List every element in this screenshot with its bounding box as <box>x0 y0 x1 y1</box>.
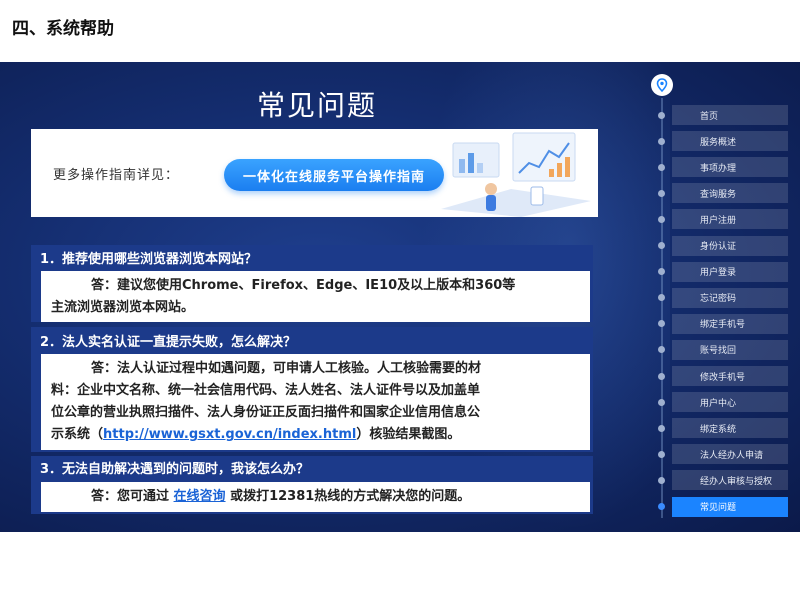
nav-item-12[interactable]: 用户中心 <box>672 392 788 413</box>
nav-dot-icon <box>658 398 665 406</box>
faq-answer-1-line-2: 主流浏览器浏览本网站。 <box>51 300 195 315</box>
faq-answer-2-line-3: 位公章的营业执照扫描件、法人身份证正反面扫描件和国家企业信用信息公 <box>51 405 481 420</box>
faq-answer-1-line-1: 答：建议您使用Chrome、Firefox、Edge、IE10及以上版本和360… <box>91 278 516 293</box>
nav-dot-icon <box>658 163 665 171</box>
nav-item-8[interactable]: 忘记密码 <box>672 287 788 308</box>
nav-dot-icon <box>658 450 665 458</box>
dashboard-illustration-icon <box>441 132 591 217</box>
faq-answer-2-line-4: 示系统（http://www.gsxt.gov.cn/index.html）核验… <box>51 427 461 442</box>
nav-dot-icon <box>658 372 665 380</box>
nav-item-1[interactable]: 首页 <box>672 105 788 125</box>
faq-answer-1: 答：建议您使用Chrome、Firefox、Edge、IE10及以上版本和360… <box>41 271 590 322</box>
faq-question-2: 2．法人实名认证一直提示失败，怎么解决？ <box>40 335 297 350</box>
nav-item-5[interactable]: 用户注册 <box>672 209 788 230</box>
faq-answer-3: 答：您可通过 在线咨询 或拨打12381热线的方式解决您的问题。 <box>41 482 590 512</box>
nav-item-13[interactable]: 绑定系统 <box>672 418 788 439</box>
guide-label: 更多操作指南详见： <box>53 168 180 183</box>
faq-question-1: 1．推荐使用哪些浏览器浏览本网站？ <box>40 252 258 267</box>
nav-item-7[interactable]: 用户登录 <box>672 261 788 282</box>
faq-title: 常见问题 <box>257 89 378 122</box>
guide-card: 更多操作指南详见： 一体化在线服务平台操作指南 <box>31 129 598 217</box>
nav-item-16[interactable]: 常见问题 <box>672 496 788 517</box>
nav-item-10[interactable]: 账号找回 <box>672 339 788 360</box>
nav-dot-icon <box>658 503 665 510</box>
nav-dot-icon <box>658 111 665 119</box>
nav-item-2[interactable]: 服务概述 <box>672 131 788 152</box>
faq-question-3: 3．无法自助解决遇到的问题时，我该怎么办？ <box>40 462 310 477</box>
nav-item-14[interactable]: 法人经办人申请 <box>672 444 788 465</box>
nav-item-11[interactable]: 修改手机号 <box>672 366 788 386</box>
nav-dot-icon <box>658 189 665 197</box>
nav-dot-icon <box>658 215 665 223</box>
nav-dot-icon <box>658 476 665 484</box>
nav-item-15[interactable]: 经办人审核与授权 <box>672 470 788 491</box>
nav-item-4[interactable]: 查询服务 <box>672 183 788 204</box>
doc-heading: 四、系统帮助 <box>12 19 114 39</box>
faq-answer-2: 答：法人认证过程中如遇问题，可申请人工核验。人工核验需要的材 料：企业中文名称、… <box>41 354 590 450</box>
nav-item-3[interactable]: 事项办理 <box>672 157 788 178</box>
gsxt-link[interactable]: http://www.gsxt.gov.cn/index.html <box>103 427 356 442</box>
nav-dot-icon <box>658 242 665 249</box>
operation-guide-button[interactable]: 一体化在线服务平台操作指南 <box>224 159 444 191</box>
nav-item-6[interactable]: 身份认证 <box>672 235 788 256</box>
online-consult-link[interactable]: 在线咨询 <box>174 489 226 504</box>
location-pin-icon <box>651 74 673 96</box>
help-panel: 常见问题 更多操作指南详见： 一体化在线服务平台操作指南 1．推荐使用哪些浏览器… <box>0 62 800 532</box>
faq-answer-2-line-1: 答：法人认证过程中如遇问题，可申请人工核验。人工核验需要的材 <box>91 361 482 376</box>
nav-dot-icon <box>658 424 665 432</box>
nav-dot-icon <box>658 137 665 145</box>
faq-answer-2-line-2: 料：企业中文名称、统一社会信用代码、法人姓名、法人证件号以及加盖单 <box>51 383 481 398</box>
nav-item-9[interactable]: 绑定手机号 <box>672 313 788 334</box>
